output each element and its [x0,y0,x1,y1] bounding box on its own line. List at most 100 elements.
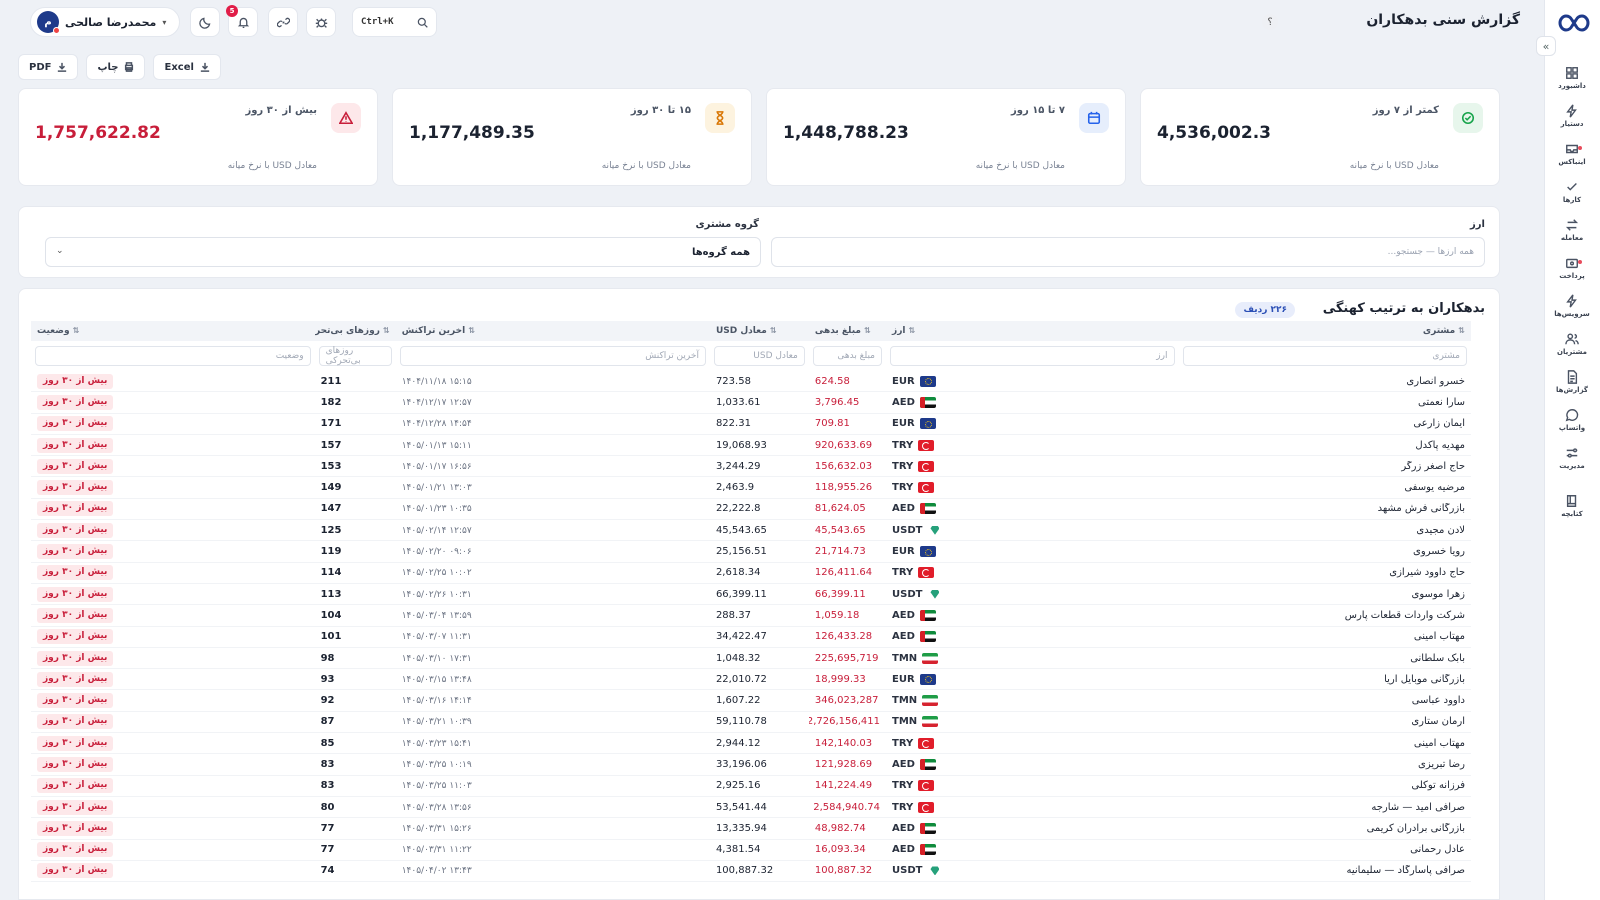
customer-name[interactable]: عادل رحمانی [1410,844,1465,855]
kpi-value: 1,757,622.82 [35,123,161,143]
table-row[interactable]: فرزانه توکلی TRY 141,224.49 2,925.16 ۱۴۰۵/۰۳… [31,776,1471,797]
col-last-transaction[interactable]: ⇅ آخرین تراکنش [396,326,710,336]
table-row[interactable]: شرکت واردات قطعات پارس AED 1,059.18 288.37 ۱… [31,605,1471,627]
settings-button[interactable] [306,7,336,37]
sidebar-item-label: مشتریان [1557,348,1587,356]
table-row[interactable]: بازرگانی برادران کریمی AED 48,982.74 13,335… [31,818,1471,840]
kpi-icon-wrap [1079,103,1109,133]
flag-eur-icon [919,375,936,387]
table-row[interactable]: مرضیه یوسفی TRY 118,955.26 2,463.9 ۱۴۰۵/۰۱/۲… [31,477,1471,499]
theme-toggle-button[interactable] [190,7,220,37]
debt-amount: 126,433.28 [814,631,873,643]
sidebar-item-1[interactable]: دستیار [1544,104,1600,142]
table-row[interactable]: بازرگانی فرش مشهد AED 81,624.05 22,222.8 ۱۴۰… [31,499,1471,521]
customer-group-select[interactable]: همه گروه‌ها ⌄ [45,237,761,267]
customer-name[interactable]: حاج اصغر زرگر [1401,461,1465,472]
sidebar-item-8[interactable]: گزارش‌ها [1544,370,1600,408]
table-row[interactable]: لادن مجیدی USDT 45,543.65 45,543.65 ۱۴۰۵/۰۲/… [31,520,1471,542]
customer-name[interactable]: زهرا موسوی [1412,589,1465,600]
customer-name[interactable]: بازرگانی فرش مشهد [1378,503,1465,514]
customer-name[interactable]: مهتاب امینی [1414,631,1465,642]
table-row[interactable]: حاج اصغر زرگر TRY 156,632.03 3,244.29 ۱۴۰۵/۰… [31,456,1471,478]
sidebar-item-7[interactable]: مشتریان [1544,332,1600,370]
sidebar-item-11[interactable]: کتابچه [1544,494,1600,532]
customer-name[interactable]: صرافی امید — شارجه [1371,802,1465,813]
inactive-days: 114 [320,567,342,579]
user-menu[interactable]: م محمدرضا صالحی ▾ [30,7,180,37]
global-search-button[interactable]: Ctrl+K [352,7,437,37]
filter-last-input[interactable]: آخرین تراکنش [399,346,706,366]
customer-name[interactable]: لادن مجیدی [1416,525,1465,536]
currency-filter-input[interactable]: همه ارزها — جستجو... [771,237,1485,267]
currency-code: TRY [892,801,914,813]
sidebar-item-9[interactable]: واتساپ [1544,408,1600,446]
sidebar-item-4[interactable]: معامله [1544,218,1600,256]
customer-name[interactable]: خسرو انصاری [1406,376,1465,387]
customer-name[interactable]: بازرگانی موبایل آریا [1384,674,1465,685]
notifications-button[interactable]: 5 [226,5,258,37]
col-usd[interactable]: ⇅ معادل USD [710,326,809,336]
customer-name[interactable]: بازرگانی برادران کریمی [1367,823,1465,834]
table-row[interactable]: سارا نعمتی AED 3,796.45 1,033.61 ۱۴۰۴/۱۲/۱۷ … [31,392,1471,414]
table-row[interactable]: آرمان ستاری TMN 12,726,156,411 59,110.78 ۱۴۰… [31,712,1471,734]
filter-usd-input[interactable]: معادل USD [713,346,805,366]
table-row[interactable]: داوود عباسی TMN 346,023,287 1,607.22 ۱۴۰۵/۰۳… [31,690,1471,712]
col-inactive-days[interactable]: ⇅ روزهای بی‌تحرکی [315,326,396,336]
col-status[interactable]: ⇅ وضعیت [31,326,315,336]
customer-name[interactable]: مهدیه پاکدل [1415,440,1465,451]
customer-name[interactable]: صرافی پاسارگاد — سلیمانیه [1347,865,1465,876]
table-row[interactable]: مهدیه پاکدل TRY 920,633.69 19,068.93 ۱۴۰۵/۰۱… [31,435,1471,457]
currency-code: AED [892,822,915,834]
filter-currency-input[interactable]: ارز [890,346,1175,366]
debt-amount: 225,695,719 [814,652,879,664]
export-excel-button[interactable]: Excel [153,54,221,80]
customer-name[interactable]: رویا خسروی [1413,546,1465,557]
filter-status-input[interactable]: وضعیت [35,346,311,366]
print-button[interactable]: چاپ [86,54,146,80]
table-row[interactable]: ایمان زارعی EUR 709.81 822.31 ۱۴۰۴/۱۲/۲۸ ۱۴:… [31,414,1471,435]
last-transaction: ۱۴۰۵/۰۲/۲۰ ۰۹:۰۶ [401,547,472,558]
sidebar-item-3[interactable]: کارها [1544,180,1600,218]
table-row[interactable]: بازرگانی موبایل آریا EUR 18,999.33 22,010.7… [31,669,1471,691]
table-row[interactable]: رویا خسروی EUR 21,714.73 25,156.51 ۱۴۰۵/۰۲/۲… [31,541,1471,563]
currency-cell: TRY [892,482,935,494]
table-row[interactable]: مهتاب امینی AED 126,433.28 34,422.47 ۱۴۰۵/۰۳… [31,627,1471,648]
customer-name[interactable]: مهتاب امینی [1414,738,1465,749]
table-row[interactable]: رضا تبریزی AED 121,928.69 33,196.06 ۱۴۰۵/۰۳/… [31,754,1471,776]
table-row[interactable]: صرافی امید — شارجه TRY 2,584,940.74 53,541.… [31,797,1471,819]
customer-name[interactable]: ایمان زارعی [1413,418,1465,429]
table-row[interactable]: زهرا موسوی USDT 66,399.11 66,399.11 ۱۴۰۵/۰۲/… [31,584,1471,606]
sidebar-item-6[interactable]: سرویس‌ها [1544,294,1600,332]
filter-customer-input[interactable]: مشتری [1182,346,1467,366]
customer-name[interactable]: مرضیه یوسفی [1404,482,1465,493]
customer-name[interactable]: آرمان ستاری [1411,716,1465,727]
table-row[interactable]: صرافی پاسارگاد — سلیمانیه USDT 100,887.32 1… [31,861,1471,883]
customer-name[interactable]: شرکت واردات قطعات پارس [1345,610,1465,621]
sidebar-item-10[interactable]: مدیریت [1544,446,1600,484]
sidebar-item-2[interactable]: اینباکس [1544,142,1600,180]
flag-aed-icon [919,609,936,621]
table-row[interactable]: مهتاب امینی TRY 142,140.03 2,944.12 ۱۴۰۵/۰۳/… [31,733,1471,755]
col-currency[interactable]: ⇅ ارز [886,326,1178,336]
export-pdf-button[interactable]: PDF [18,54,79,80]
customer-name[interactable]: فرزانه توکلی [1411,780,1465,791]
table-row[interactable]: بابک سلطانی TMN 225,695,719 1,048.32 ۱۴۰۵/۰۳… [31,648,1471,670]
filter-amount-input[interactable]: مبلغ بدهی [812,346,882,366]
customer-name[interactable]: حاج داوود شیرازی [1389,567,1465,578]
customer-name[interactable]: سارا نعمتی [1418,397,1465,408]
help-icon[interactable]: ؟ [1262,14,1278,30]
table-row[interactable]: خسرو انصاری EUR 624.58 723.58 ۱۴۰۴/۱۱/۱۸ ۱۵:… [31,371,1471,393]
sidebar-item-5[interactable]: پرداخت [1544,256,1600,294]
link-button[interactable] [268,7,298,37]
customer-name[interactable]: بابک سلطانی [1410,653,1465,664]
logo-infinity-icon[interactable] [1552,10,1592,36]
customer-name[interactable]: رضا تبریزی [1418,759,1465,770]
col-amount[interactable]: ⇅ مبلغ بدهی [809,326,886,336]
filter-days-input[interactable]: روزهای بی‌تحرکی [318,346,392,366]
sidebar-item-0[interactable]: داشبورد [1544,66,1600,104]
table-row[interactable]: عادل رحمانی AED 16,093.34 4,381.54 ۱۴۰۵/۰۳/۳… [31,840,1471,861]
customer-name[interactable]: داوود عباسی [1412,695,1465,706]
col-customer[interactable]: ⇅ مشتری [1179,326,1471,336]
inactive-days: 211 [320,375,342,387]
table-row[interactable]: حاج داوود شیرازی TRY 126,411.64 2,618.34 ۱۴۰… [31,563,1471,584]
